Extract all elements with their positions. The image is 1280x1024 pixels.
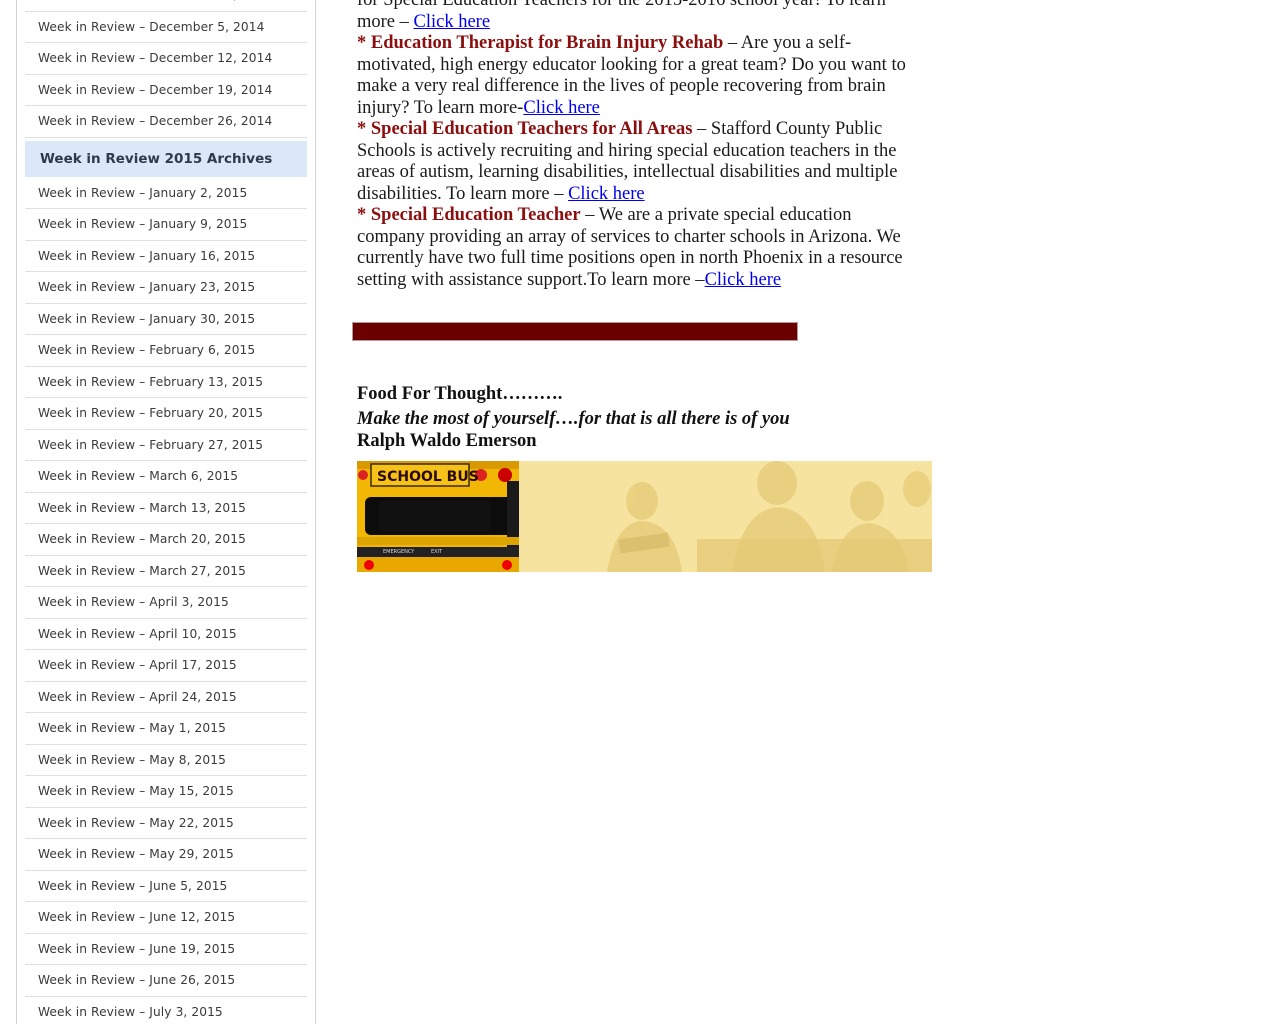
archive-link[interactable]: Week in Review – April 24, 2015 <box>25 682 307 713</box>
job-title: * Special Education Teacher <box>357 205 581 225</box>
archive-link[interactable]: Week in Review – December 12, 2014 <box>25 43 307 75</box>
job-title: * Special Education Teachers for All Are… <box>357 119 693 139</box>
archive-link[interactable]: Week in Review – February 27, 2015 <box>25 430 307 461</box>
banner-image: SCHOOL BUS EMERGENCY EXIT <box>357 461 932 572</box>
archive-link[interactable]: Week in Review – January 23, 2015 <box>25 272 307 304</box>
archive-link[interactable]: Week in Review – May 22, 2015 <box>25 808 307 839</box>
job-listing: * Education Therapist for Brain Injury R… <box>357 33 917 119</box>
archive-link[interactable]: Week in Review – November 28, 2014 <box>25 0 307 12</box>
archive-link[interactable]: Week in Review – January 2, 2015 <box>25 178 307 209</box>
main-content: for Special Education Teachers for the 2… <box>357 0 917 291</box>
job-listing: * Special Education Teacher – We are a p… <box>357 205 917 291</box>
archive-link[interactable]: Week in Review – January 9, 2015 <box>25 209 307 241</box>
archive-link[interactable]: Week in Review – March 27, 2015 <box>25 556 307 587</box>
bus-sign: SCHOOL BUS <box>377 469 479 485</box>
archive-link[interactable]: Week in Review – May 8, 2015 <box>25 745 307 776</box>
sidebar: Week in Review – November 28, 2014Week i… <box>16 0 316 1024</box>
archive-link[interactable]: Week in Review – July 3, 2015 <box>25 997 307 1024</box>
job-link[interactable]: Click here <box>568 184 645 204</box>
job-title: * Education Therapist for Brain Injury R… <box>357 33 724 53</box>
archive-link[interactable]: Week in Review – March 13, 2015 <box>25 493 307 524</box>
archive-link[interactable]: Week in Review – May 29, 2015 <box>25 839 307 871</box>
bus-bumper-label: EMERGENCY <box>383 549 415 555</box>
archive-link[interactable]: Week in Review – April 3, 2015 <box>25 587 307 619</box>
job-intro: for Special Education Teachers for the 2… <box>357 0 917 33</box>
archive-link[interactable]: Week in Review – December 5, 2014 <box>25 12 307 43</box>
job-intro-link[interactable]: Click here <box>414 12 491 32</box>
section-divider <box>352 322 798 341</box>
archive-link[interactable]: Week in Review – June 12, 2015 <box>25 902 307 934</box>
archive-list: Week in Review – November 28, 2014Week i… <box>25 0 307 1024</box>
archive-link[interactable]: Week in Review – May 15, 2015 <box>25 776 307 808</box>
food-for-thought: Food For Thought………. Make the most of yo… <box>357 383 790 452</box>
job-link[interactable]: Click here <box>705 270 782 290</box>
school-bus-banner: SCHOOL BUS EMERGENCY EXIT <box>357 461 932 572</box>
archive-link[interactable]: Week in Review – February 20, 2015 <box>25 398 307 430</box>
quote-author: Ralph Waldo Emerson <box>357 430 537 451</box>
archive-link[interactable]: Week in Review – June 5, 2015 <box>25 871 307 902</box>
archive-link[interactable]: Week in Review – April 10, 2015 <box>25 619 307 650</box>
archive-link[interactable]: Week in Review – February 6, 2015 <box>25 335 307 367</box>
job-link[interactable]: Click here <box>523 98 600 118</box>
quote-text: Make the most of yourself….for that is a… <box>357 409 790 429</box>
archive-link[interactable]: Week in Review – May 1, 2015 <box>25 713 307 745</box>
archive-link[interactable]: Week in Review – April 17, 2015 <box>25 650 307 682</box>
archive-link[interactable]: Week in Review – June 19, 2015 <box>25 934 307 965</box>
archive-year-header: Week in Review 2015 Archives <box>25 140 307 177</box>
archive-link[interactable]: Week in Review – March 6, 2015 <box>25 461 307 493</box>
archive-link[interactable]: Week in Review – January 30, 2015 <box>25 304 307 335</box>
archive-link[interactable]: Week in Review – June 26, 2015 <box>25 965 307 997</box>
archive-link[interactable]: Week in Review – March 20, 2015 <box>25 524 307 556</box>
archive-link[interactable]: Week in Review – February 13, 2015 <box>25 367 307 398</box>
archive-link[interactable]: Week in Review – December 19, 2014 <box>25 75 307 106</box>
food-for-thought-heading: Food For Thought………. <box>357 384 563 404</box>
archive-link[interactable]: Week in Review – January 16, 2015 <box>25 241 307 272</box>
job-listing: * Special Education Teachers for All Are… <box>357 119 917 205</box>
bus-bumper-label: EXIT <box>431 549 443 555</box>
archive-link[interactable]: Week in Review – December 26, 2014 <box>25 106 307 138</box>
